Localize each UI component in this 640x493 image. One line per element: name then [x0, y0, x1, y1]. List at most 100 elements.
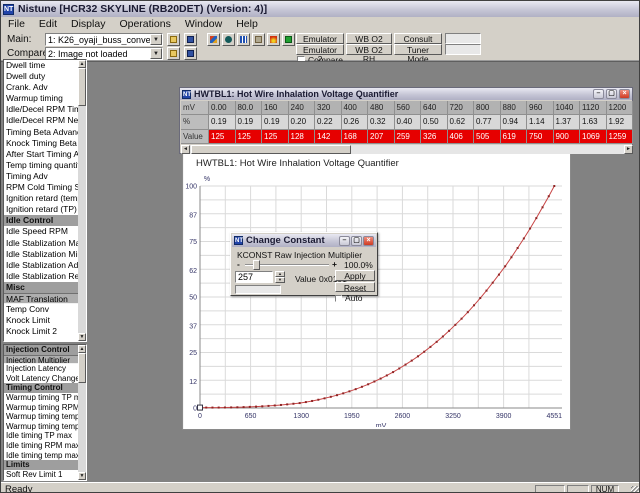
list1-scrollbar[interactable]: ▲ ▼: [78, 60, 86, 341]
apply-button[interactable]: Apply: [335, 270, 375, 281]
table-cell[interactable]: 326: [421, 130, 448, 144]
flame-view-button[interactable]: [267, 33, 280, 46]
list-item-dwell-time[interactable]: Dwell time: [4, 60, 78, 71]
list-item-dwell-duty[interactable]: Dwell duty: [4, 71, 78, 82]
chevron-down-icon[interactable]: ▼: [150, 48, 162, 59]
list-item-idle-timing-rpm-max[interactable]: Idle timing RPM max: [4, 441, 78, 451]
list-item-limits[interactable]: Limits: [4, 460, 78, 470]
list-item-soft-rev-limit-1[interactable]: Soft Rev Limit 1: [4, 470, 78, 480]
table-cell[interactable]: 900: [554, 130, 581, 144]
save-compare-button[interactable]: [184, 47, 197, 60]
list-item-knock-timing-beta-advan[interactable]: Knock Timing Beta Advan: [4, 138, 78, 149]
table-cell[interactable]: 0.50: [421, 115, 448, 129]
slider-thumb[interactable]: [253, 260, 260, 270]
table-cell[interactable]: 259: [395, 130, 422, 144]
table-cell[interactable]: 0.19: [209, 115, 236, 129]
list-item-knock-limit-2[interactable]: Knock Limit 2: [4, 326, 78, 337]
table-cell[interactable]: 207: [368, 130, 395, 144]
table-cell[interactable]: 960: [527, 101, 554, 115]
list-item-idle-stablization-advance[interactable]: Idle Stablization Advance: [4, 260, 78, 271]
menu-edit[interactable]: Edit: [32, 18, 64, 30]
menu-display[interactable]: Display: [64, 18, 112, 30]
list-item-idle-timing-temp-max[interactable]: Idle timing temp max: [4, 451, 78, 461]
list-item-temp-timing-quantitive[interactable]: Temp timing quantitive: [4, 160, 78, 171]
list-item-injection-control[interactable]: Injection Control: [4, 345, 78, 355]
list-item-timing-adv[interactable]: Timing Adv: [4, 171, 78, 182]
table-cell[interactable]: 0.26: [342, 115, 369, 129]
table-cell[interactable]: 1069: [580, 130, 607, 144]
parameter-list-bottom[interactable]: Injection ControlInjection MultiplierInj…: [3, 344, 87, 481]
table-cell[interactable]: 1.63: [580, 115, 607, 129]
list-item-warmup-timing-temp-min[interactable]: Warmup timing temp min: [4, 422, 78, 432]
table-cell[interactable]: 0.94: [501, 115, 528, 129]
close-button[interactable]: ×: [363, 236, 374, 246]
chevron-down-icon[interactable]: ▼: [150, 34, 162, 45]
list-item-idle-speed-rpm[interactable]: Idle Speed RPM: [4, 226, 78, 237]
table-cell[interactable]: 1040: [554, 101, 581, 115]
list-item-temp-conv[interactable]: Temp Conv: [4, 304, 78, 315]
list-item-after-start-timing-advan[interactable]: After Start Timing Advan: [4, 149, 78, 160]
auto-checkbox[interactable]: Auto: [335, 293, 363, 303]
table-cell[interactable]: 0.40: [395, 115, 422, 129]
table-cell[interactable]: 240: [289, 101, 316, 115]
tuner-mode-button[interactable]: Tuner Mode: [394, 44, 442, 55]
table-cell[interactable]: 125: [262, 130, 289, 144]
table-cell[interactable]: 0.19: [236, 115, 263, 129]
table-cell[interactable]: 0.00: [209, 101, 236, 115]
table-cell[interactable]: 0.20: [289, 115, 316, 129]
list-item-maf-translation[interactable]: MAF Translation: [4, 293, 78, 304]
consult-log-button[interactable]: [282, 33, 295, 46]
list-item-volt-latency-change[interactable]: Volt Latency Change: [4, 374, 78, 384]
table-cell[interactable]: 0.19: [262, 115, 289, 129]
checkbox-icon[interactable]: [335, 295, 342, 302]
scroll-up-icon[interactable]: ▲: [78, 345, 86, 353]
list-item-timing-control[interactable]: Timing Control: [4, 383, 78, 393]
table-cell[interactable]: 1259: [607, 130, 634, 144]
table-cell[interactable]: 0.77: [474, 115, 501, 129]
open-compare-button[interactable]: [167, 47, 180, 60]
table-cell[interactable]: 1120: [580, 101, 607, 115]
consult-button[interactable]: Consult: [394, 33, 442, 44]
list-item-idle-decel-rpm-neutral-t[interactable]: Idle/Decel RPM Neutral T: [4, 115, 78, 126]
wb-o2-rh-button[interactable]: WB O2 RH: [346, 44, 392, 55]
list-item-idle-stablization-retard[interactable]: Idle Stablization Retard: [4, 271, 78, 282]
emulator2-button[interactable]: Emulator 2: [296, 44, 344, 55]
reset-button[interactable]: Reset: [335, 282, 375, 292]
table-cell[interactable]: 1200: [607, 101, 634, 115]
save-main-button[interactable]: [184, 33, 197, 46]
list-item-rpm-cold-timing-subtrac[interactable]: RPM Cold Timing Subtrac: [4, 182, 78, 193]
slider-minus-label[interactable]: -: [237, 259, 240, 269]
globe-view-button[interactable]: [222, 33, 235, 46]
parameter-list-top[interactable]: Dwell timeDwell dutyCrank. AdvWarmup tim…: [3, 59, 87, 342]
list-item-misc[interactable]: Misc: [4, 282, 78, 293]
resize-grip[interactable]: [631, 486, 640, 493]
wb-o2-lh-button[interactable]: WB O2 LH: [346, 33, 392, 44]
list-item-knock-limit[interactable]: Knock Limit: [4, 315, 78, 326]
main-image-combo[interactable]: 1: K26_oyaji_buss_convert ▼: [45, 33, 163, 46]
menu-help[interactable]: Help: [229, 18, 265, 30]
list-item-injection-multiplier[interactable]: Injection Multiplier: [4, 355, 78, 365]
main-title-bar[interactable]: NT Nistune [HCR32 SKYLINE (RB20DET) (Ver…: [1, 1, 640, 17]
list-item-timing-beta-advance[interactable]: Timing Beta Advance: [4, 127, 78, 138]
table-cell[interactable]: 1.37: [554, 115, 581, 129]
scroll-thumb[interactable]: [191, 145, 351, 154]
list-item-crank-adv[interactable]: Crank. Adv: [4, 82, 78, 93]
menu-operations[interactable]: Operations: [112, 18, 177, 30]
maximize-button[interactable]: ▢: [606, 89, 617, 99]
scroll-left-icon[interactable]: ◄: [181, 145, 190, 154]
map-view-button[interactable]: [252, 33, 265, 46]
table-cell[interactable]: 0.32: [368, 115, 395, 129]
list-item-warmup-timing[interactable]: Warmup timing: [4, 93, 78, 104]
table-cell[interactable]: 0.62: [448, 115, 475, 129]
table-cell[interactable]: 125: [209, 130, 236, 144]
maximize-button[interactable]: ▢: [351, 236, 362, 246]
table-cell[interactable]: 505: [474, 130, 501, 144]
minimize-button[interactable]: –: [593, 89, 604, 99]
table-cell[interactable]: 400: [342, 101, 369, 115]
table-cell[interactable]: 720: [448, 101, 475, 115]
grid-view-button[interactable]: [237, 33, 250, 46]
list-item-idle-timing-tp-max[interactable]: Idle timing TP max: [4, 431, 78, 441]
table-cell[interactable]: 80.0: [236, 101, 263, 115]
slider-plus-label[interactable]: +: [332, 259, 337, 269]
hwtbl1-title-bar[interactable]: NT HWTBL1: Hot Wire Inhalation Voltage Q…: [180, 88, 632, 100]
